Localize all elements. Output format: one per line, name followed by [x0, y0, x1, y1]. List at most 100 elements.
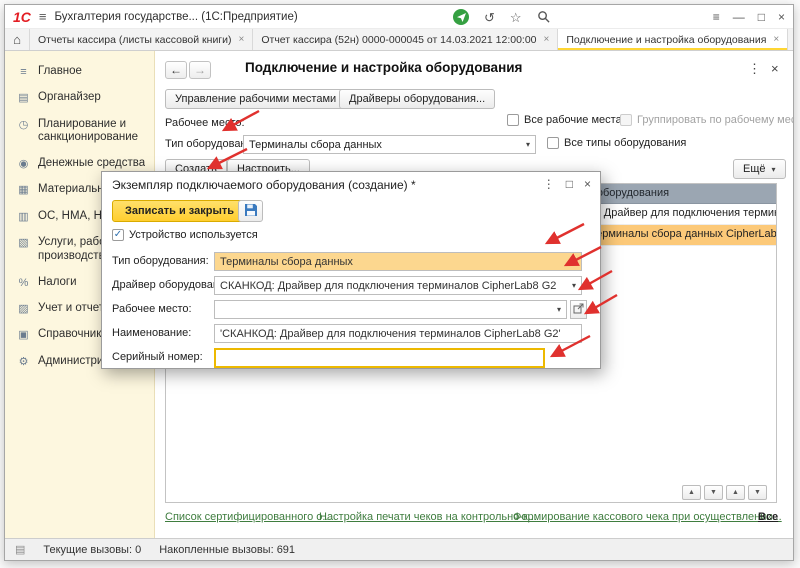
equipment-instance-dialog: Экземпляр подключаемого оборудования (со… — [101, 171, 601, 369]
down-icon: ▼ — [710, 489, 717, 496]
window-titlebar: 1С ≡ Бухгалтерия государстве... (1С:Пред… — [5, 5, 793, 29]
floppy-disk-icon — [244, 203, 258, 220]
checkbox-label: Все рабочие места — [524, 114, 622, 126]
forward-icon: → — [194, 63, 206, 77]
window-title: Бухгалтерия государстве... (1С:Предприят… — [55, 11, 298, 23]
table-sort-buttons: ▲ ▼ ▲ ▼ — [682, 485, 767, 500]
1c-logo: 1С — [13, 9, 31, 25]
up-icon: ▲ — [732, 489, 739, 496]
button-label: Записать и закрыть — [125, 205, 234, 217]
planning-icon: ◷ — [17, 118, 30, 132]
group-by-workplace-checkbox[interactable]: Группировать по рабочему месту — [620, 114, 793, 126]
organizer-icon: ▤ — [17, 91, 30, 105]
serial-field-label: Серийный номер: — [112, 351, 203, 363]
discussions-icon[interactable] — [453, 9, 469, 25]
sidebar-item-label: Главное — [38, 65, 82, 79]
dialog-controls: ⋮ □ × — [543, 177, 591, 191]
receipt-generation-link[interactable]: Формирование кассового чека при осуществ… — [513, 511, 782, 523]
accounting-icon: ▨ — [17, 302, 30, 316]
all-links-link[interactable]: Все — [758, 511, 778, 523]
gear-icon: ⚙ — [17, 355, 30, 369]
name-field-label: Наименование: — [112, 327, 191, 339]
form-more-icon[interactable]: ⋮ — [748, 61, 761, 77]
titlebar-options-icon[interactable]: ≡ — [713, 11, 720, 23]
tab-cashier-reports[interactable]: Отчеты кассира (листы кассовой книги) × — [30, 29, 253, 50]
workplace-field[interactable]: ▾ — [214, 300, 567, 319]
money-icon: ◉ — [17, 157, 30, 171]
maximize-icon[interactable]: □ — [758, 11, 765, 23]
workplace-label: Рабочее место: — [165, 117, 245, 129]
equipment-type-field[interactable]: Терминалы сбора данных ▾ — [214, 252, 582, 271]
sort-desc-button[interactable]: ▼ — [748, 485, 767, 500]
page-title: Подключение и настройка оборудования — [245, 60, 522, 75]
form-close-icon[interactable]: × — [771, 61, 779, 76]
move-bottom-button[interactable]: ▼ — [704, 485, 723, 500]
back-button[interactable]: ← — [165, 61, 187, 79]
open-workplace-button[interactable] — [570, 300, 587, 319]
name-field[interactable]: 'СКАНКОД: Драйвер для подключения термин… — [214, 324, 582, 343]
field-value: 'СКАНКОД: Драйвер для подключения термин… — [220, 328, 561, 340]
services-icon: ▧ — [17, 236, 30, 250]
minimize-icon[interactable]: — — [733, 11, 745, 23]
sidebar-item-planning[interactable]: ◷ Планирование и санкционирование — [5, 112, 154, 152]
certified-equipment-link[interactable]: Список сертифицированного о... — [165, 511, 332, 523]
sort-asc-button[interactable]: ▲ — [726, 485, 745, 500]
checkbox-box — [620, 114, 632, 126]
dialog-more-icon[interactable]: ⋮ — [543, 177, 555, 191]
tab-equipment-setup[interactable]: Подключение и настройка оборудования × — [558, 29, 788, 50]
chevron-down-icon[interactable]: ▾ — [568, 257, 576, 266]
save-and-close-button[interactable]: Записать и закрыть — [112, 200, 247, 222]
more-button[interactable]: Ещё ▾ — [733, 159, 786, 179]
field-value: Терминалы сбора данных — [220, 256, 353, 268]
down-icon: ▼ — [754, 489, 761, 496]
sidebar-item-label: Справочники — [38, 328, 108, 342]
favorites-star-icon[interactable]: ☆ — [510, 11, 522, 24]
current-calls-status: Текущие вызовы: 0 — [43, 544, 141, 556]
workplace-field-label: Рабочее место: — [112, 303, 192, 315]
device-used-checkbox[interactable]: ✓ Устройство используется — [112, 229, 258, 241]
tab-label: Подключение и настройка оборудования — [566, 34, 766, 46]
dialog-title: Экземпляр подключаемого оборудования (со… — [112, 178, 416, 192]
button-label: Драйверы оборудования... — [349, 93, 485, 105]
chevron-down-icon[interactable]: ▾ — [553, 305, 561, 314]
manage-workplaces-button[interactable]: Управление рабочими местами ▾ — [165, 89, 356, 109]
receipt-print-setup-link[interactable]: Настройка печати чеков на контрольно-к..… — [319, 511, 537, 523]
tab-close-icon[interactable]: × — [544, 34, 550, 45]
driver-field[interactable]: СКАНКОД: Драйвер для подключения термина… — [214, 276, 582, 295]
save-button[interactable] — [238, 200, 263, 222]
tab-cashier-report-52n[interactable]: Отчет кассира (52н) 0000-000045 от 14.03… — [253, 29, 558, 50]
dialog-close-icon[interactable]: × — [584, 177, 591, 191]
main-section-icon: ≡ — [17, 65, 30, 79]
window-controls: ≡ — □ × — [713, 5, 785, 29]
equipment-type-field-label: Тип оборудования: — [112, 255, 209, 267]
titlebar-tools: ↺ ☆ — [453, 5, 550, 29]
checkbox-box — [507, 114, 519, 126]
chevron-down-icon[interactable]: ▾ — [568, 281, 576, 290]
serial-number-field[interactable] — [214, 348, 545, 368]
sidebar-item-label: Планирование и санкционирование — [38, 118, 150, 146]
dialog-maximize-icon[interactable]: □ — [566, 177, 573, 191]
sidebar-item-organizer[interactable]: ▤ Органайзер — [5, 85, 154, 111]
history-icon[interactable]: ↺ — [484, 11, 495, 24]
home-button[interactable]: ⌂ — [5, 29, 30, 50]
checkbox-label: Устройство используется — [129, 229, 258, 241]
button-label: Ещё — [743, 163, 766, 175]
main-menu-icon[interactable]: ≡ — [39, 9, 47, 24]
move-top-button[interactable]: ▲ — [682, 485, 701, 500]
chevron-down-icon[interactable]: ▾ — [526, 140, 530, 149]
all-equipment-types-checkbox[interactable]: Все типы оборудования — [547, 137, 686, 149]
tab-label: Отчет кассира (52н) 0000-000045 от 14.03… — [261, 34, 536, 46]
equipment-type-select[interactable]: Терминалы сбора данных ▾ — [243, 135, 536, 154]
all-workplaces-checkbox[interactable]: Все рабочие места — [507, 114, 622, 126]
equipment-drivers-button[interactable]: Драйверы оборудования... — [339, 89, 495, 109]
status-bar: ▤ Текущие вызовы: 0 Накопленные вызовы: … — [5, 538, 793, 560]
search-icon[interactable] — [537, 10, 550, 25]
close-icon[interactable]: × — [778, 11, 785, 23]
tab-close-icon[interactable]: × — [239, 34, 245, 45]
back-icon: ← — [170, 63, 182, 77]
sidebar-item-main[interactable]: ≡ Главное — [5, 59, 154, 85]
forward-button[interactable]: → — [189, 61, 211, 79]
checkbox-label: Все типы оборудования — [564, 137, 686, 149]
tab-close-icon[interactable]: × — [773, 34, 779, 45]
sidebar-item-label: Налоги — [38, 276, 77, 290]
